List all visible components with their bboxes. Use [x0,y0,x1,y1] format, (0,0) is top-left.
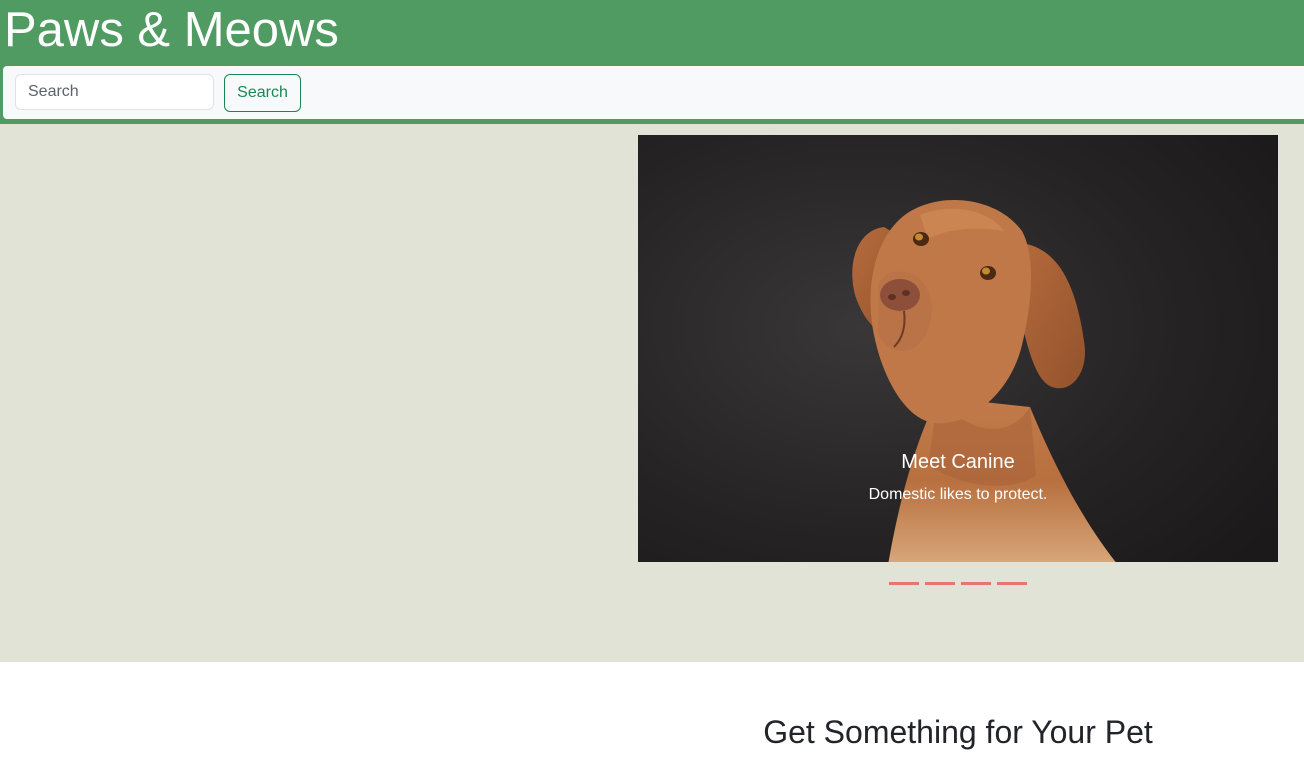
search-bar: Search [3,66,1304,119]
carousel-indicator-1[interactable] [889,582,919,585]
carousel-indicator-4[interactable] [997,582,1027,585]
carousel-caption-title: Meet Canine [901,451,1015,473]
site-title: Paws & Meows [4,3,339,57]
carousel-caption-text: Domestic likes to protect. [868,486,1048,503]
search-button[interactable]: Search [224,74,301,112]
hero-section: Meet Canine Domestic likes to protect. [0,124,1304,662]
section-heading: Get Something for Your Pet [763,714,1153,750]
pet-carousel[interactable]: Meet Canine Domestic likes to protect. [638,135,1278,562]
carousel-indicators [889,582,1027,586]
site-header: Paws & Meows Search [0,0,1304,124]
search-input[interactable] [15,74,214,110]
carousel-indicator-2[interactable] [925,582,955,585]
carousel-indicator-3[interactable] [961,582,991,585]
